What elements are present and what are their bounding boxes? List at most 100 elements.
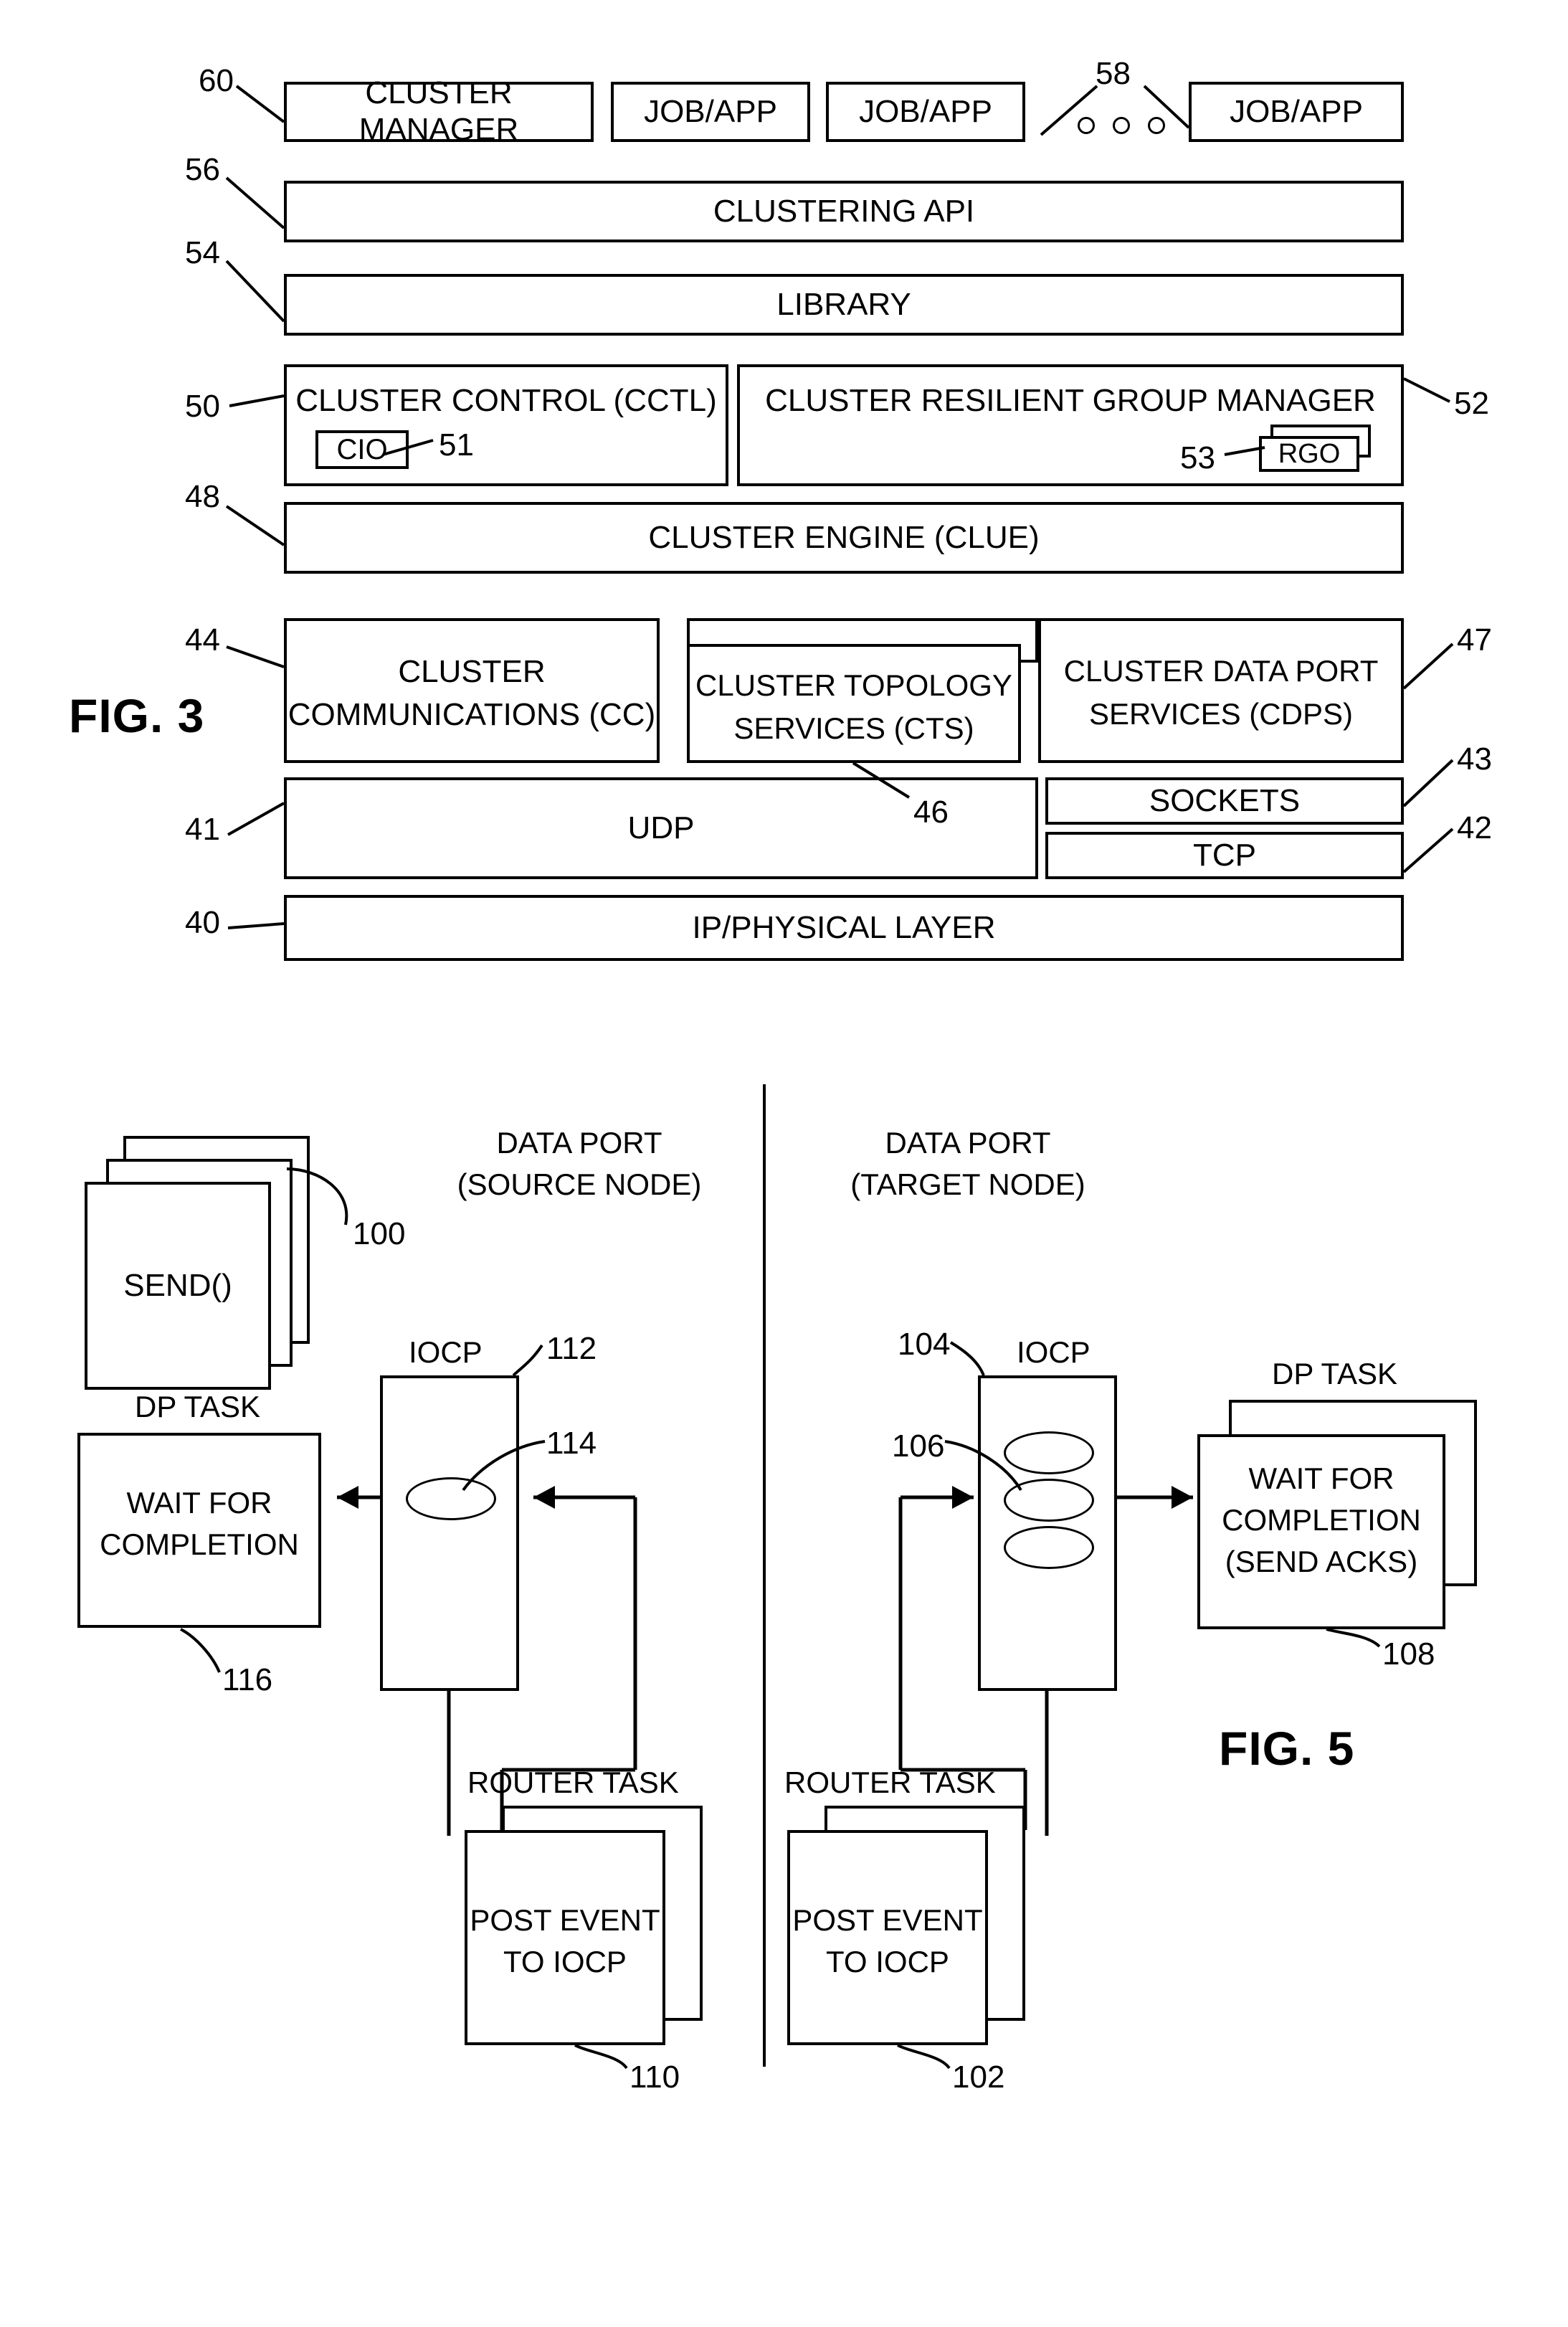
fig5-router-task-left-label: ROUTER TASK <box>467 1766 679 1799</box>
fig3-box-job-app-2: JOB/APP <box>826 82 1025 142</box>
fig5-post-event-right-line2: TO IOCP <box>826 1945 949 1978</box>
figure-5-label: FIG. 5 <box>1219 1722 1355 1775</box>
arrowhead-router-right-into-iocp <box>952 1486 974 1509</box>
fig5-box-post-event-right: POST EVENT TO IOCP <box>787 1830 988 2045</box>
fig5-center-divider <box>763 1084 766 2067</box>
fig3-cc-label-line2: COMMUNICATIONS (CC) <box>288 697 656 732</box>
fig3-box-cluster-control: CLUSTER CONTROL (CCTL) CIO <box>284 364 728 486</box>
fig5-ref-100: 100 <box>353 1216 406 1251</box>
fig3-clustering-api-label: CLUSTERING API <box>713 193 975 229</box>
fig3-udp-label: UDP <box>627 810 695 845</box>
fig5-iocp-left-label: IOCP <box>409 1335 483 1369</box>
fig3-ref-41: 41 <box>185 812 220 847</box>
fig3-box-cluster-data-port-services: CLUSTER DATA PORT SERVICES (CDPS) <box>1038 618 1404 763</box>
fig3-ref-60: 60 <box>199 63 234 98</box>
fig3-ip-physical-layer-label: IP/PHYSICAL LAYER <box>692 909 996 945</box>
leader-43 <box>1402 759 1454 807</box>
fig5-box-post-event-left: POST EVENT TO IOCP <box>465 1830 665 2045</box>
fig3-tcp-label: TCP <box>1193 837 1256 873</box>
fig5-ref-106: 106 <box>892 1428 945 1464</box>
fig3-job-app-1-label: JOB/APP <box>644 93 777 129</box>
fig3-box-job-app-1: JOB/APP <box>611 82 810 142</box>
fig3-ref-53: 53 <box>1180 440 1215 475</box>
fig5-box-wait-right: WAIT FOR COMPLETION (SEND ACKS) <box>1197 1434 1445 1629</box>
fig3-box-cio: CIO <box>315 430 409 469</box>
fig5-ref-110: 110 <box>629 2060 680 2095</box>
fig5-iocp-right-label: IOCP <box>1017 1335 1091 1369</box>
leader-40 <box>227 922 285 929</box>
fig3-cdps-label-line1: CLUSTER DATA PORT <box>1063 654 1379 688</box>
leader-52 <box>1403 377 1450 403</box>
arrowhead-router-left-into-iocp <box>533 1486 555 1509</box>
fig5-dp-task-right-label: DP TASK <box>1272 1357 1398 1390</box>
fig5-post-event-right-line1: POST EVENT <box>792 1903 983 1937</box>
ellipsis-dot-2 <box>1113 117 1130 134</box>
fig3-cdps-label-line2: SERVICES (CDPS) <box>1089 697 1353 731</box>
arrowhead-to-wait-left <box>337 1486 358 1509</box>
fig3-box-cluster-resilient-group-manager: CLUSTER RESILIENT GROUP MANAGER RGO <box>737 364 1404 486</box>
fig5-send-label: SEND() <box>123 1267 232 1303</box>
fig3-ref-42: 42 <box>1457 810 1492 845</box>
fig3-ref-52: 52 <box>1454 386 1489 421</box>
fig5-router-task-right-label: ROUTER TASK <box>784 1766 996 1799</box>
fig3-box-cluster-manager: CLUSTER MANAGER <box>284 75 594 147</box>
fig3-box-cluster-topology-services: CLUSTER TOPOLOGY SERVICES (CTS) <box>687 644 1021 763</box>
fig3-cc-label-line1: CLUSTER <box>398 654 546 689</box>
fig3-box-cluster-communications: CLUSTER COMMUNICATIONS (CC) <box>284 618 660 763</box>
fig3-cluster-control-label: CLUSTER CONTROL (CCTL) <box>295 383 717 418</box>
fig5-source-heading-line2: (SOURCE NODE) <box>457 1167 702 1201</box>
leader-56 <box>225 176 285 229</box>
fig5-iocp-right-ellipse-3 <box>1004 1526 1094 1569</box>
fig3-ref-40: 40 <box>185 905 220 940</box>
ellipsis-dot-1 <box>1078 117 1095 134</box>
fig5-target-heading-line2: (TARGET NODE) <box>850 1167 1085 1201</box>
arrowhead-to-wait-right <box>1172 1486 1193 1509</box>
fig3-box-tcp: TCP <box>1045 832 1404 879</box>
figure-3-label: FIG. 3 <box>69 689 205 742</box>
fig5-wait-right-line3: (SEND ACKS) <box>1225 1545 1418 1578</box>
fig3-ref-50: 50 <box>185 389 220 424</box>
fig3-cio-label: CIO <box>336 434 388 465</box>
fig3-ref-47: 47 <box>1457 622 1492 658</box>
fig5-wait-left-line2: COMPLETION <box>100 1527 299 1561</box>
patent-figure-sheet: FIG. 3 CLUSTER MANAGER JOB/APP JOB/APP J… <box>0 0 1568 2327</box>
fig3-job-app-3-label: JOB/APP <box>1230 93 1363 129</box>
fig3-box-clustering-api: CLUSTERING API <box>284 181 1404 242</box>
fig3-job-app-2-label: JOB/APP <box>859 93 992 129</box>
fig3-sockets-label: SOCKETS <box>1149 782 1301 818</box>
fig5-wait-right-line1: WAIT FOR <box>1248 1461 1394 1495</box>
fig5-ref-114: 114 <box>546 1426 597 1461</box>
fig5-source-heading-line1: DATA PORT <box>496 1126 662 1160</box>
fig3-ref-51: 51 <box>439 427 474 463</box>
fig3-ref-58: 58 <box>1096 56 1131 91</box>
fig3-ref-54: 54 <box>185 235 220 270</box>
fig3-box-sockets: SOCKETS <box>1045 777 1404 825</box>
fig5-dp-task-left-label: DP TASK <box>135 1390 261 1423</box>
fig5-ref-108: 108 <box>1382 1636 1435 1672</box>
ellipsis-dot-3 <box>1148 117 1165 134</box>
fig3-cts-label-line2: SERVICES (CTS) <box>733 711 974 745</box>
fig3-box-job-app-3: JOB/APP <box>1189 82 1404 142</box>
fig3-box-library: LIBRARY <box>284 274 1404 336</box>
fig3-cluster-engine-label: CLUSTER ENGINE (CLUE) <box>648 519 1040 555</box>
leader-48 <box>225 505 285 546</box>
fig3-ref-43: 43 <box>1457 741 1492 777</box>
fig3-rgo-label: RGO <box>1278 439 1341 469</box>
fig3-ref-44: 44 <box>185 622 220 658</box>
fig5-ref-104: 104 <box>898 1327 951 1362</box>
leader-102 <box>897 2044 951 2070</box>
fig3-cluster-manager-label: CLUSTER MANAGER <box>358 75 519 147</box>
leader-108 <box>1326 1628 1381 1648</box>
fig3-ref-48: 48 <box>185 479 220 514</box>
leader-47 <box>1402 643 1454 690</box>
fig5-iocp-left-entry-ellipse <box>406 1477 496 1520</box>
fig3-box-ip-physical-layer: IP/PHYSICAL LAYER <box>284 895 1404 961</box>
leader-104 <box>949 1341 985 1376</box>
leader-110 <box>574 2044 628 2070</box>
fig5-target-heading-line1: DATA PORT <box>885 1126 1051 1160</box>
fig5-ref-102: 102 <box>952 2060 1005 2095</box>
fig5-post-event-left-line2: TO IOCP <box>503 1945 627 1978</box>
fig3-box-cluster-engine: CLUSTER ENGINE (CLUE) <box>284 502 1404 574</box>
fig5-iocp-right-ellipse-1 <box>1004 1431 1094 1474</box>
fig3-ref-46: 46 <box>913 795 949 830</box>
